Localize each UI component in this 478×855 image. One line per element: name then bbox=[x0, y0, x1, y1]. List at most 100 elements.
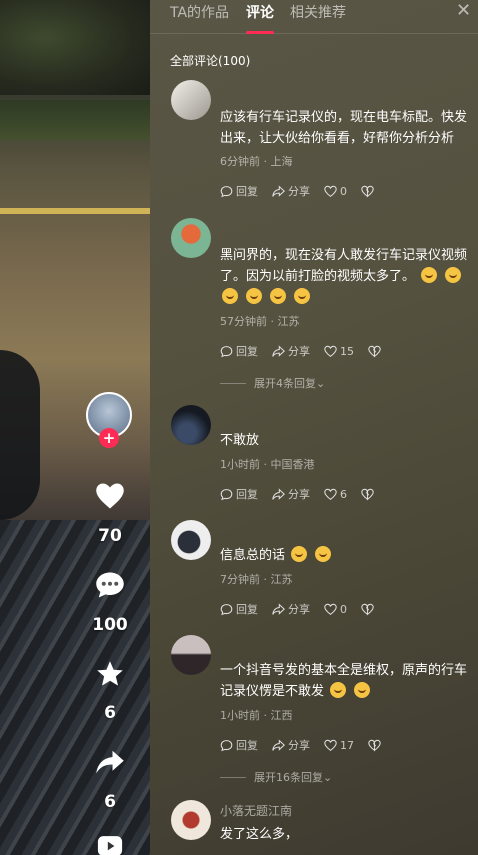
all-comments-heading: 全部评论(100) bbox=[170, 54, 251, 68]
avatar[interactable] bbox=[171, 635, 211, 675]
reply-label: 回复 bbox=[236, 739, 258, 752]
favorite-count: 6 bbox=[104, 703, 116, 723]
share-icon bbox=[272, 344, 285, 357]
close-icon[interactable]: ✕ bbox=[456, 0, 471, 21]
tab-related[interactable]: 相关推荐 bbox=[290, 2, 346, 22]
more-video-icon[interactable] bbox=[82, 835, 138, 855]
dislike-button[interactable] bbox=[361, 603, 377, 616]
tab-comments[interactable]: 评论 bbox=[246, 2, 274, 22]
avatar[interactable] bbox=[171, 80, 211, 120]
share-button[interactable]: 分享 bbox=[272, 343, 310, 359]
expand-replies-label: 展开16条回复 bbox=[254, 771, 323, 784]
reply-label: 回复 bbox=[236, 603, 258, 616]
laughing-emoji-icon bbox=[246, 288, 263, 304]
heart-icon bbox=[324, 739, 337, 751]
reply-button[interactable]: 回复 bbox=[220, 343, 258, 359]
comment-count: 100 bbox=[92, 615, 128, 635]
broken-heart-icon bbox=[361, 603, 374, 615]
comment-actions: 回复 分享 0 bbox=[220, 183, 377, 199]
comment-actions: 回复 分享 15 bbox=[220, 343, 384, 359]
share-arrow-icon[interactable] bbox=[82, 748, 138, 780]
broken-heart-icon bbox=[368, 345, 381, 357]
expand-replies-button[interactable]: 展开4条回复 ⌄ bbox=[220, 375, 325, 391]
laughing-emoji-icon bbox=[222, 288, 238, 304]
expand-replies-button[interactable]: 展开16条回复 ⌄ bbox=[220, 769, 332, 785]
comment-meta: 1小时前 · 江西 bbox=[220, 709, 293, 722]
like-count: 0 bbox=[340, 602, 347, 616]
reply-icon bbox=[220, 345, 233, 357]
flushed-emoji-icon bbox=[354, 682, 371, 698]
share-button[interactable]: 分享 bbox=[272, 601, 310, 617]
like-button[interactable]: 15 bbox=[324, 345, 354, 358]
tab-works[interactable]: TA的作品 bbox=[170, 2, 229, 22]
avatar[interactable] bbox=[171, 800, 211, 840]
like-count: 6 bbox=[340, 487, 347, 501]
share-label: 分享 bbox=[288, 345, 310, 358]
comment-text: 不敢放 bbox=[220, 433, 260, 448]
share-count: 6 bbox=[104, 792, 116, 812]
flushed-emoji-icon bbox=[330, 682, 347, 698]
share-icon bbox=[272, 738, 285, 751]
reply-button[interactable]: 回复 bbox=[220, 737, 258, 753]
comments-panel: TA的作品 评论 相关推荐 ✕ 全部评论(100) 应该有行车记录仪的，现在电车… bbox=[150, 0, 478, 855]
share-label: 分享 bbox=[288, 488, 310, 501]
dislike-button[interactable] bbox=[368, 345, 384, 358]
comment-text-content: 信息总的话 bbox=[220, 548, 286, 563]
expand-replies-label: 展开4条回复 bbox=[254, 377, 316, 390]
heart-icon bbox=[324, 603, 337, 615]
active-tab-indicator bbox=[246, 31, 274, 34]
share-icon bbox=[272, 602, 285, 615]
divider bbox=[220, 776, 246, 778]
comment-author[interactable]: 小落无题江南 bbox=[220, 802, 292, 819]
reply-icon bbox=[220, 488, 233, 500]
comment-actions: 回复 分享 17 bbox=[220, 737, 384, 753]
reply-label: 回复 bbox=[236, 185, 258, 198]
video-frame-road-line bbox=[0, 208, 150, 214]
dislike-button[interactable] bbox=[368, 739, 384, 752]
dislike-button[interactable] bbox=[361, 488, 377, 501]
laughing-emoji-icon bbox=[270, 288, 287, 304]
share-button[interactable]: 分享 bbox=[272, 183, 310, 199]
broken-heart-icon bbox=[361, 488, 374, 500]
laughing-emoji-icon bbox=[294, 288, 311, 304]
comment-meta: 1小时前 · 中国香港 bbox=[220, 458, 315, 471]
like-button[interactable]: 6 bbox=[324, 488, 347, 501]
heart-icon bbox=[324, 185, 337, 197]
favorite-icon[interactable] bbox=[82, 660, 138, 692]
avatar[interactable] bbox=[171, 405, 211, 445]
reply-button[interactable]: 回复 bbox=[220, 486, 258, 502]
reply-button[interactable]: 回复 bbox=[220, 183, 258, 199]
reply-icon bbox=[220, 739, 233, 751]
comment-icon[interactable] bbox=[82, 571, 138, 603]
heart-icon bbox=[324, 345, 337, 357]
comment-meta: 57分钟前 · 江苏 bbox=[220, 315, 300, 328]
reply-label: 回复 bbox=[236, 345, 258, 358]
avatar[interactable] bbox=[171, 218, 211, 258]
like-count: 17 bbox=[340, 738, 354, 752]
share-label: 分享 bbox=[288, 739, 310, 752]
dislike-button[interactable] bbox=[361, 185, 377, 198]
share-button[interactable]: 分享 bbox=[272, 737, 310, 753]
like-button[interactable]: 17 bbox=[324, 739, 354, 752]
like-icon[interactable] bbox=[82, 482, 138, 514]
like-button[interactable]: 0 bbox=[324, 185, 347, 198]
avatar[interactable] bbox=[171, 520, 211, 560]
laughing-emoji-icon bbox=[421, 267, 438, 283]
reply-button[interactable]: 回复 bbox=[220, 601, 258, 617]
broken-heart-icon bbox=[361, 185, 374, 197]
grinning-emoji-icon bbox=[315, 546, 332, 562]
chevron-down-icon: ⌄ bbox=[316, 376, 326, 390]
share-label: 分享 bbox=[288, 185, 310, 198]
video-player[interactable]: + 70 100 6 6 bbox=[0, 0, 150, 855]
comment-text: 发了这么多， bbox=[220, 827, 299, 842]
reply-label: 回复 bbox=[236, 488, 258, 501]
share-button[interactable]: 分享 bbox=[272, 486, 310, 502]
like-count: 15 bbox=[340, 344, 354, 358]
share-icon bbox=[272, 184, 285, 197]
laughing-emoji-icon bbox=[445, 267, 462, 283]
comment-text: 应该有行车记录仪的，现在电车标配。快发出来，让大伙给你看看，好帮你分析分析 bbox=[220, 110, 468, 146]
follow-button[interactable]: + bbox=[99, 428, 119, 448]
like-button[interactable]: 0 bbox=[324, 603, 347, 616]
broken-heart-icon bbox=[368, 739, 381, 751]
video-frame-hedge bbox=[0, 100, 150, 140]
